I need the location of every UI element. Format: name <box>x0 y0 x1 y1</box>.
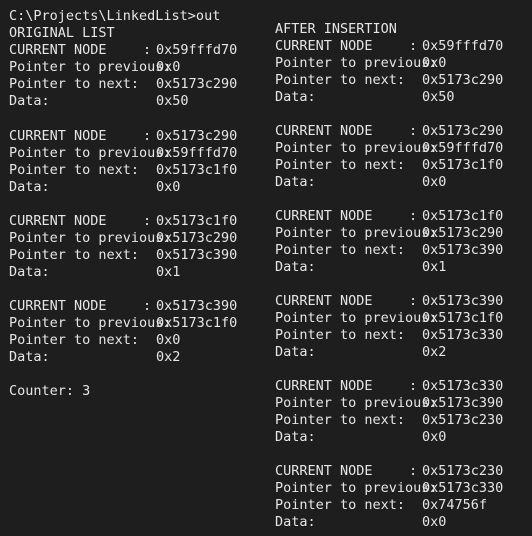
next-pointer-value: 0x5173c290 <box>422 72 504 88</box>
next-pointer-value: 0x5173c330 <box>422 327 504 343</box>
current-node-label: CURRENT NODE <box>9 128 107 144</box>
current-node-value: 0x5173c390 <box>422 293 504 309</box>
data-label: Data: <box>9 349 50 365</box>
data-label: Data: <box>9 93 50 109</box>
colon-separator: : <box>409 123 418 139</box>
next-pointer-label: Pointer to next: <box>9 76 140 92</box>
current-node-value: 0x5173c290 <box>422 123 504 139</box>
next-pointer-label: Pointer to next: <box>275 412 406 428</box>
data-label: Data: <box>275 259 316 275</box>
next-pointer-value: 0x0 <box>156 332 181 348</box>
current-node-label: CURRENT NODE <box>9 213 107 229</box>
original-list-header: ORIGINAL LIST <box>9 25 115 41</box>
current-node-value: 0x5173c330 <box>422 378 504 394</box>
next-pointer-value: 0x5173c1f0 <box>422 157 504 173</box>
next-pointer-label: Pointer to next: <box>275 497 406 513</box>
next-pointer-label: Pointer to next: <box>275 157 406 173</box>
colon-separator: : <box>143 213 152 229</box>
previous-pointer-value: 0x5173c390 <box>422 395 504 411</box>
next-pointer-label: Pointer to next: <box>9 247 140 263</box>
next-pointer-value: 0x5173c1f0 <box>156 162 238 178</box>
previous-pointer-label: Pointer to previous: <box>275 310 438 326</box>
current-node-value: 0x5173c230 <box>422 463 504 479</box>
data-label: Data: <box>9 179 50 195</box>
colon-separator: : <box>409 38 418 54</box>
previous-pointer-label: Pointer to previous: <box>275 480 438 496</box>
next-pointer-label: Pointer to next: <box>9 162 140 178</box>
data-label: Data: <box>275 344 316 360</box>
current-node-label: CURRENT NODE <box>275 208 373 224</box>
current-node-value: 0x59fffd70 <box>422 38 504 54</box>
colon-separator: : <box>409 293 418 309</box>
previous-pointer-label: Pointer to previous: <box>275 225 438 241</box>
current-node-label: CURRENT NODE <box>275 293 373 309</box>
data-label: Data: <box>275 89 316 105</box>
previous-pointer-label: Pointer to previous: <box>9 315 172 331</box>
current-node-value: 0x5173c1f0 <box>156 213 238 229</box>
previous-pointer-value: 0x5173c290 <box>156 230 238 246</box>
colon-separator: : <box>409 208 418 224</box>
current-node-value: 0x5173c290 <box>156 128 238 144</box>
current-node-label: CURRENT NODE <box>275 463 373 479</box>
data-value: 0x1 <box>156 264 181 280</box>
previous-pointer-value: 0x5173c290 <box>422 225 504 241</box>
data-value: 0x2 <box>422 344 447 360</box>
next-pointer-label: Pointer to next: <box>275 72 406 88</box>
data-value: 0x2 <box>156 349 181 365</box>
prompt-line: C:\Projects\LinkedList>out <box>9 8 221 24</box>
data-value: 0x0 <box>422 429 447 445</box>
current-node-value: 0x5173c390 <box>156 298 238 314</box>
next-pointer-label: Pointer to next: <box>9 332 140 348</box>
next-pointer-value: 0x5173c390 <box>156 247 238 263</box>
next-pointer-value: 0x5173c290 <box>156 76 238 92</box>
data-value: 0x50 <box>422 89 455 105</box>
next-pointer-value: 0x5173c390 <box>422 242 504 258</box>
current-node-label: CURRENT NODE <box>275 123 373 139</box>
data-label: Data: <box>9 264 50 280</box>
next-pointer-value: 0x5173c230 <box>422 412 504 428</box>
colon-separator: : <box>143 42 152 58</box>
current-node-value: 0x5173c1f0 <box>422 208 504 224</box>
previous-pointer-label: Pointer to previous: <box>9 59 172 75</box>
previous-pointer-label: Pointer to previous: <box>9 230 172 246</box>
previous-pointer-label: Pointer to previous: <box>275 55 438 71</box>
previous-pointer-value: 0x59fffd70 <box>422 140 504 156</box>
next-pointer-label: Pointer to next: <box>275 242 406 258</box>
colon-separator: : <box>143 298 152 314</box>
colon-separator: : <box>409 463 418 479</box>
current-node-label: CURRENT NODE <box>275 38 373 54</box>
next-pointer-value: 0x74756f <box>422 497 488 513</box>
data-value: 0x1 <box>422 259 447 275</box>
after-insertion-header: AFTER INSERTION <box>275 21 397 37</box>
colon-separator: : <box>143 128 152 144</box>
data-value: 0x50 <box>156 93 189 109</box>
data-label: Data: <box>275 514 316 530</box>
data-value: 0x0 <box>422 514 447 530</box>
current-node-value: 0x59fffd70 <box>156 42 238 58</box>
terminal-window: { "terminal": { "prompt_line": "C:\\Proj… <box>0 0 532 536</box>
data-label: Data: <box>275 174 316 190</box>
next-pointer-label: Pointer to next: <box>275 327 406 343</box>
previous-pointer-value: 0x0 <box>156 59 181 75</box>
previous-pointer-value: 0x59fffd70 <box>156 145 238 161</box>
current-node-label: CURRENT NODE <box>275 378 373 394</box>
previous-pointer-label: Pointer to previous: <box>9 145 172 161</box>
previous-pointer-value: 0x5173c1f0 <box>422 310 504 326</box>
counter-line: Counter: 3 <box>9 383 91 399</box>
data-value: 0x0 <box>156 179 181 195</box>
colon-separator: : <box>409 378 418 394</box>
current-node-label: CURRENT NODE <box>9 298 107 314</box>
previous-pointer-label: Pointer to previous: <box>275 140 438 156</box>
data-label: Data: <box>275 429 316 445</box>
previous-pointer-label: Pointer to previous: <box>275 395 438 411</box>
previous-pointer-value: 0x0 <box>422 55 447 71</box>
data-value: 0x0 <box>422 174 447 190</box>
previous-pointer-value: 0x5173c1f0 <box>156 315 238 331</box>
previous-pointer-value: 0x5173c330 <box>422 480 504 496</box>
current-node-label: CURRENT NODE <box>9 42 107 58</box>
